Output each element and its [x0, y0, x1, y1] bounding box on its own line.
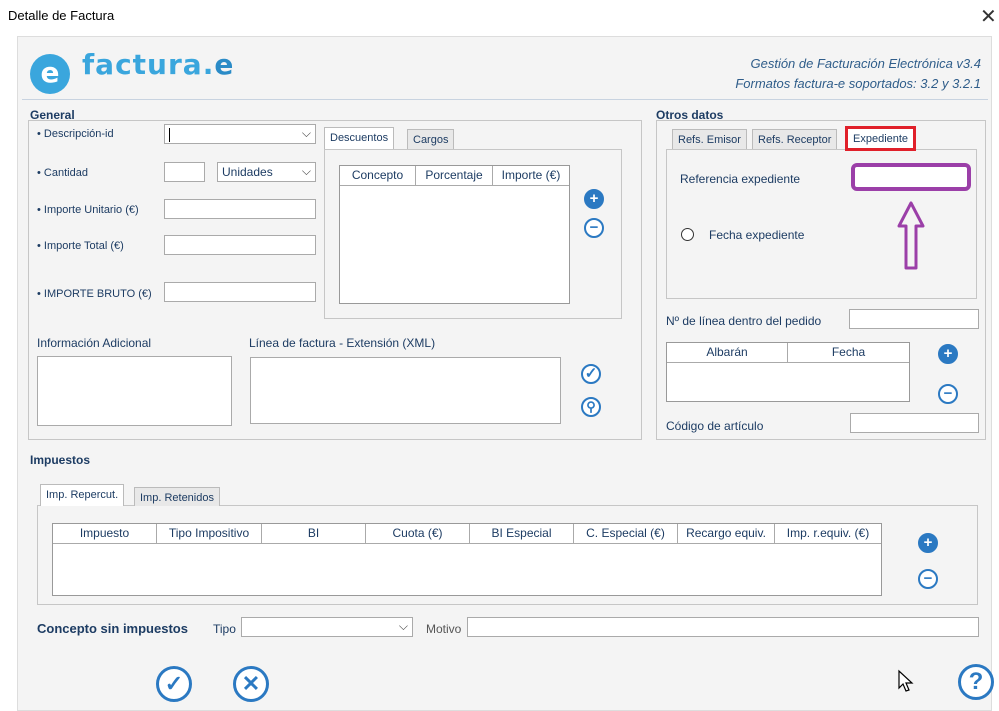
header-formats: Formatos factura-e soportados: 3.2 y 3.2… [735, 76, 981, 91]
descuentos-grid-header: Concepto Porcentaje Importe (€) [340, 166, 569, 186]
importe-unitario-label: • Importe Unitario (€) [37, 204, 139, 216]
importe-bruto-input[interactable] [164, 282, 316, 302]
remove-impuesto-icon[interactable]: − [918, 569, 938, 589]
fecha-expediente-radio[interactable] [681, 228, 694, 241]
tab-refs-receptor[interactable]: Refs. Receptor [752, 129, 838, 149]
motivo-label: Motivo [426, 622, 462, 636]
remove-descuento-icon[interactable]: − [584, 218, 604, 238]
chevron-down-icon: ⌵ [301, 126, 311, 140]
validate-xml-icon[interactable]: ✓ [581, 364, 601, 384]
importe-total-input[interactable] [164, 235, 316, 255]
impuestos-grid[interactable]: Impuesto Tipo Impositivo BI Cuota (€) BI… [52, 523, 882, 596]
mouse-cursor-icon [898, 669, 914, 692]
header-divider [22, 99, 988, 100]
info-adicional-textarea[interactable] [37, 356, 232, 426]
arrow-up-icon [897, 201, 925, 270]
logo-icon: e [30, 54, 70, 94]
help-button[interactable]: ? [958, 664, 994, 700]
concepto-label: Concepto sin impuestos [37, 621, 188, 636]
add-albaran-icon[interactable]: + [938, 344, 958, 364]
tipo-label: Tipo [213, 622, 236, 636]
col-albaran: Albarán [667, 343, 788, 362]
albaran-grid[interactable]: Albarán Fecha [666, 342, 910, 402]
linea-extension-label: Línea de factura - Extensión (XML) [249, 336, 436, 350]
fecha-expediente-label: Fecha expediente [709, 228, 805, 242]
tab-expediente[interactable]: Expediente [845, 126, 917, 151]
tab-refs-emisor[interactable]: Refs. Emisor [672, 129, 747, 149]
motivo-input[interactable] [467, 617, 979, 637]
tab-imp-repercut[interactable]: Imp. Repercut. [40, 484, 125, 506]
linea-extension-textarea[interactable] [250, 357, 561, 424]
cancel-button[interactable]: ✕ [233, 666, 269, 702]
logo-text: factura.e [82, 48, 235, 81]
codigo-articulo-input[interactable] [850, 413, 979, 433]
albaran-grid-header: Albarán Fecha [667, 343, 909, 363]
descripcion-select[interactable]: ⌵ [164, 124, 316, 144]
unidades-value: Unidades [222, 165, 273, 179]
col-porcentaje: Porcentaje [416, 166, 493, 185]
col-bi: BI [262, 524, 366, 543]
info-adicional-label: Información Adicional [37, 336, 152, 350]
title-bar: Detalle de Factura ✕ [0, 0, 999, 36]
col-c-especial: C. Especial (€) [574, 524, 678, 543]
descripcion-label: • Descripción-id [37, 128, 114, 140]
tab-descuentos[interactable]: Descuentos [324, 127, 395, 149]
col-concepto: Concepto [340, 166, 416, 185]
linea-pedido-input[interactable] [849, 309, 979, 329]
tipo-select[interactable]: ⌵ [241, 617, 413, 637]
linea-pedido-label: Nº de línea dentro del pedido [666, 314, 822, 328]
unidades-select[interactable]: Unidades ⌵ [217, 162, 316, 182]
add-descuento-icon[interactable]: + [584, 189, 604, 209]
close-icon[interactable]: ✕ [980, 4, 997, 29]
importe-unitario-input[interactable] [164, 199, 316, 219]
col-imp-requiv: Imp. r.equiv. (€) [786, 526, 870, 540]
col-importe: Importe (€) [501, 168, 561, 182]
importe-total-label: • Importe Total (€) [37, 240, 124, 252]
col-fecha: Fecha [831, 345, 866, 359]
impuestos-grid-header: Impuesto Tipo Impositivo BI Cuota (€) BI… [53, 524, 881, 544]
cantidad-label: • Cantidad [37, 167, 88, 179]
remove-albaran-icon[interactable]: − [938, 384, 958, 404]
cantidad-input[interactable] [164, 162, 205, 182]
col-recargo-equiv: Recargo equiv. [678, 524, 775, 543]
col-tipo-impositivo: Tipo Impositivo [157, 524, 262, 543]
ref-expediente-input[interactable] [851, 163, 971, 191]
header-version: Gestión de Facturación Electrónica v3.4 [750, 56, 981, 71]
tab-cargos[interactable]: Cargos [407, 129, 455, 149]
chevron-down-icon: ⌵ [301, 164, 311, 178]
window-title: Detalle de Factura [8, 8, 115, 23]
col-bi-especial: BI Especial [470, 524, 574, 543]
descuentos-grid[interactable]: Concepto Porcentaje Importe (€) [339, 165, 570, 304]
add-impuesto-icon[interactable]: + [918, 533, 938, 553]
codigo-articulo-label: Código de artículo [666, 419, 764, 433]
accept-button[interactable]: ✓ [156, 666, 192, 702]
chevron-down-icon: ⌵ [398, 619, 408, 633]
importe-bruto-label: • IMPORTE BRUTO (€) [37, 288, 152, 300]
tab-imp-retenidos[interactable]: Imp. Retenidos [134, 487, 220, 506]
col-impuesto: Impuesto [53, 524, 157, 543]
col-cuota: Cuota (€) [366, 524, 470, 543]
search-icon[interactable]: ⚲ [581, 397, 601, 417]
impuestos-title: Impuestos [30, 453, 91, 467]
ref-expediente-label: Referencia expediente [680, 172, 801, 186]
